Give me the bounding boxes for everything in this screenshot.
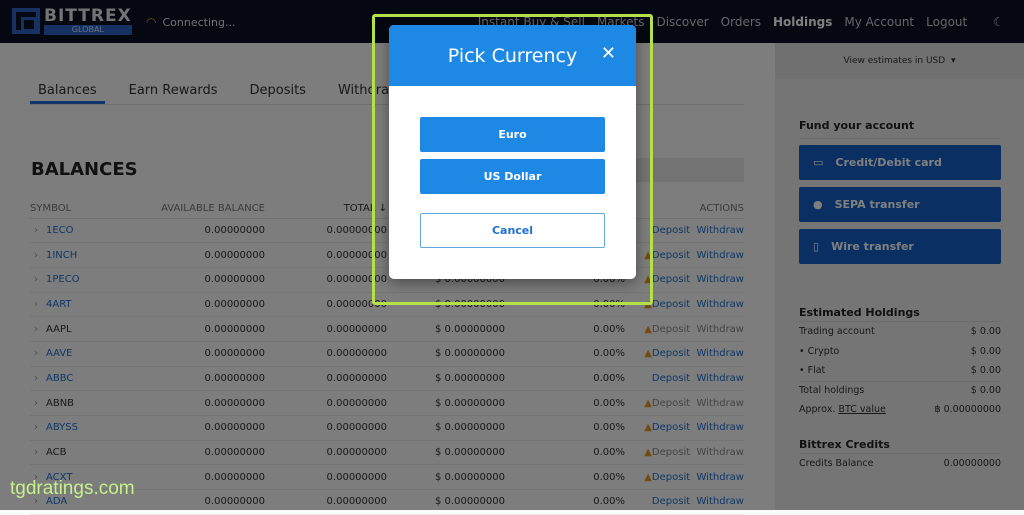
cancel-button[interactable]: Cancel: [420, 213, 605, 248]
pick-currency-dialog: Pick Currency ✕ Euro US Dollar Cancel: [389, 25, 636, 279]
us-dollar-button[interactable]: US Dollar: [420, 159, 605, 194]
close-icon[interactable]: ✕: [601, 43, 616, 64]
dialog-title: Pick Currency: [447, 44, 578, 67]
watermark: tgdratings.com: [10, 478, 135, 499]
euro-button[interactable]: Euro: [420, 117, 605, 152]
